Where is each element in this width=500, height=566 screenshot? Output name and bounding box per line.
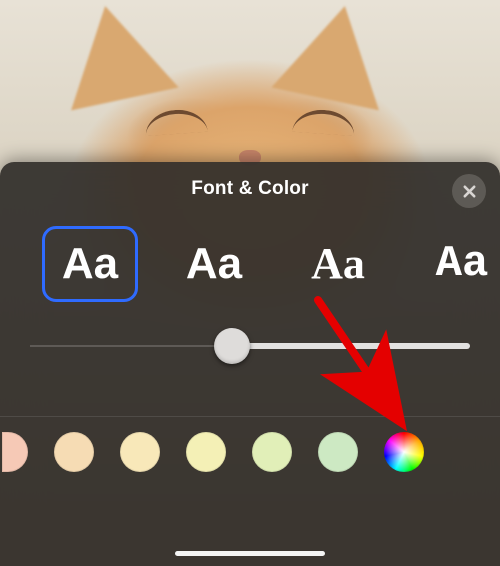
font-option-1[interactable]: Aa xyxy=(42,226,138,302)
color-swatch-1[interactable] xyxy=(2,432,28,472)
custom-color-wheel[interactable] xyxy=(384,432,424,472)
section-divider xyxy=(0,416,500,417)
slider-knob[interactable] xyxy=(214,328,250,364)
color-swatch-2[interactable] xyxy=(54,432,94,472)
color-swatch-3[interactable] xyxy=(120,432,160,472)
close-button[interactable] xyxy=(452,174,486,208)
font-option-2[interactable]: Aa xyxy=(166,226,262,302)
font-sample: Aa xyxy=(186,242,242,286)
color-swatch-row xyxy=(0,432,500,472)
weight-slider[interactable] xyxy=(30,326,470,366)
slider-track-thick xyxy=(232,343,470,349)
font-option-4[interactable]: Aa xyxy=(414,226,500,302)
font-option-3[interactable]: Aa xyxy=(290,226,386,302)
color-swatch-4[interactable] xyxy=(186,432,226,472)
close-icon xyxy=(462,184,477,199)
font-color-sheet: Font & Color Aa Aa Aa Aa xyxy=(0,162,500,566)
font-sample: Aa xyxy=(311,242,365,286)
font-options-row: Aa Aa Aa Aa xyxy=(0,218,500,302)
color-swatch-6[interactable] xyxy=(318,432,358,472)
home-indicator xyxy=(175,551,325,556)
color-swatch-5[interactable] xyxy=(252,432,292,472)
slider-track-thin xyxy=(30,346,232,347)
sheet-title: Font & Color xyxy=(0,178,500,200)
font-sample: Aa xyxy=(62,242,118,286)
font-sample: Aa xyxy=(436,242,489,286)
